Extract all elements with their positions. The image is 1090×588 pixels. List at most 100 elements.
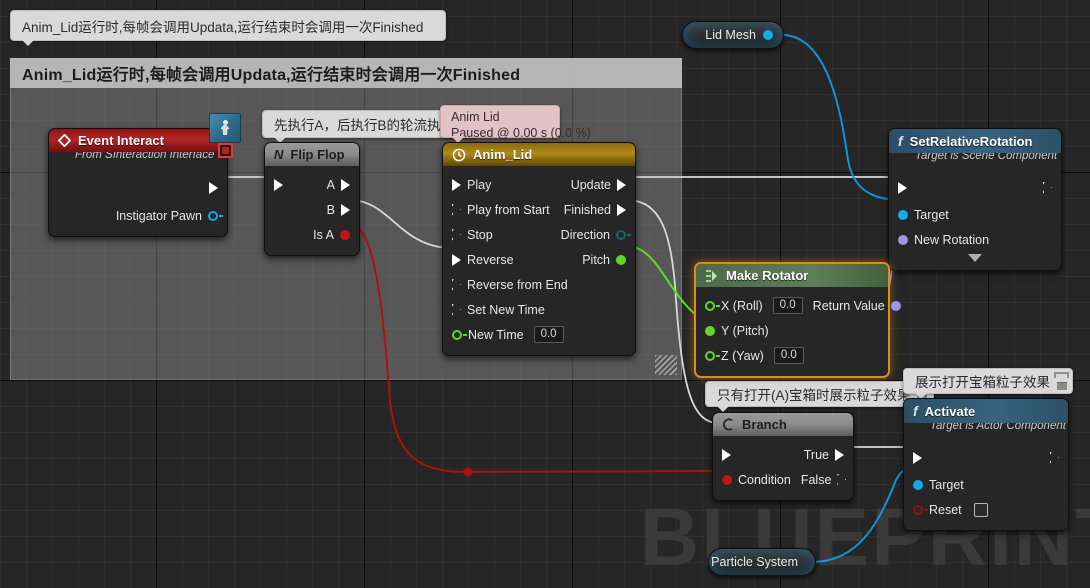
pin-update[interactable]: Update	[571, 178, 626, 192]
pin-label: Update	[570, 177, 611, 192]
pin-label: New Time	[468, 327, 524, 342]
pin-condition[interactable]: Condition	[722, 473, 791, 487]
breakpoint-stop-icon[interactable]	[218, 143, 233, 158]
node-header: Branch	[713, 413, 853, 436]
pin-exec-out[interactable]	[1050, 452, 1059, 464]
node-title: Event Interact	[78, 133, 164, 148]
z-yaw-value-field[interactable]: 0.0	[773, 347, 804, 364]
pin-reverse-from-end[interactable]: Reverse from End	[452, 278, 568, 292]
pin-set-new-time[interactable]: Set New Time	[452, 303, 545, 317]
pin-play-from-start[interactable]: Play from Start	[452, 203, 550, 217]
pin-label: Finished	[563, 202, 611, 217]
pin-x-roll[interactable]: X (Roll) 0.0	[705, 297, 803, 314]
pin-label: Stop	[467, 227, 493, 242]
pin-label: Target	[914, 207, 949, 222]
pin-finished[interactable]: Finished	[564, 203, 626, 217]
pin-false[interactable]: False	[801, 473, 847, 487]
pin-z-yaw[interactable]: Z (Yaw) 0.0	[705, 347, 804, 364]
node-header: Anim_Lid	[443, 143, 635, 166]
node-title: Anim_Lid	[473, 147, 533, 162]
pin-label: Reverse from End	[467, 277, 568, 292]
pin-reset[interactable]: Reset	[913, 502, 988, 517]
pin-label: Pitch	[582, 252, 610, 267]
x-roll-value-field[interactable]: 0.0	[772, 297, 803, 314]
variable-label: Lid Mesh	[705, 28, 756, 42]
node-title: Make Rotator	[726, 268, 809, 283]
pin-label: Reset	[929, 502, 962, 517]
pin-exec-in[interactable]	[898, 181, 907, 194]
tooltip-branch-hint-text: 只有打开(A)宝箱时展示粒子效果	[717, 388, 911, 403]
node-set-relative-rotation[interactable]: f SetRelativeRotation Target is Scene Co…	[888, 128, 1062, 271]
comment-resize-grip[interactable]	[655, 355, 677, 375]
pin-pitch[interactable]: Pitch	[582, 253, 626, 267]
pin-label: Play from Start	[467, 202, 550, 217]
pin-label: Set New Time	[467, 302, 545, 317]
pin-label: Target	[929, 477, 964, 492]
pin-y-pitch[interactable]: Y (Pitch)	[705, 324, 769, 338]
pin-label: Y (Pitch)	[721, 323, 769, 338]
variable-label: Particle System	[711, 555, 798, 569]
pin-new-time[interactable]: New Time 0.0	[452, 326, 564, 343]
pin-exec-in[interactable]	[722, 448, 731, 461]
timeline-status-title: Anim Lid	[451, 110, 500, 124]
pin-new-rotation[interactable]: New Rotation	[898, 233, 989, 247]
pin-true[interactable]: True	[804, 448, 844, 462]
pin-label: Instigator Pawn	[115, 208, 202, 223]
node-event-interact[interactable]: Event Interact From SInteraction Interfa…	[48, 113, 241, 237]
function-f-icon: f	[913, 403, 918, 419]
expand-advanced-caret-icon[interactable]	[968, 254, 982, 262]
pin-reverse[interactable]: Reverse	[452, 253, 514, 267]
tooltip-activate-hint-text: 展示打开宝箱粒子效果	[915, 375, 1050, 390]
pin-exec-a[interactable]: A	[327, 178, 350, 192]
reset-checkbox[interactable]	[973, 502, 988, 517]
make-struct-icon	[706, 269, 717, 282]
node-flip-flop[interactable]: N Flip Flop A B Is A	[264, 142, 360, 256]
pin-direction[interactable]: Direction	[561, 228, 626, 242]
pin-exec-b[interactable]: B	[327, 203, 350, 217]
pin-exec-in[interactable]	[913, 451, 922, 464]
pin-icon[interactable]	[1054, 372, 1069, 390]
node-lid-mesh-variable[interactable]: Lid Mesh	[682, 21, 784, 49]
event-diamond-icon	[58, 134, 71, 147]
flipflop-icon: N	[274, 147, 284, 162]
node-activate[interactable]: f Activate Target is Actor Component Tar…	[903, 398, 1069, 531]
node-anim-lid-timeline[interactable]: Anim_Lid Play Update Play from Start Fin…	[442, 142, 636, 356]
pin-stop[interactable]: Stop	[452, 228, 493, 242]
interface-event-badge-icon	[209, 113, 241, 143]
tooltip-activate-hint: 展示打开宝箱粒子效果	[903, 368, 1073, 399]
node-header: f Activate	[904, 399, 1068, 423]
node-particle-system-variable[interactable]: Particle System	[708, 548, 816, 576]
pin-exec-out[interactable]	[209, 181, 218, 194]
function-f-icon: f	[898, 133, 903, 149]
pin-instigator-pawn[interactable]: Instigator Pawn	[116, 209, 218, 223]
timeline-status-detail: Paused @ 0.00 s (0.0 %)	[451, 125, 591, 140]
pin-label: Reverse	[467, 252, 514, 267]
pin-exec-in[interactable]	[274, 178, 283, 191]
pin-target[interactable]: Target	[913, 478, 964, 492]
pin-is-a[interactable]: Is A	[313, 228, 350, 242]
new-time-value-field[interactable]: 0.0	[533, 326, 564, 343]
clock-icon	[452, 148, 466, 161]
pin-return-value[interactable]: Return Value	[813, 299, 901, 313]
tooltip-timeline-status: Anim Lid Paused @ 0.00 s (0.0 %)	[440, 105, 591, 143]
tooltip-flipflop-hint-text: 先执行A，后执行B的轮流执行	[274, 118, 455, 133]
node-header: Event Interact	[49, 113, 241, 158]
node-make-rotator[interactable]: Make Rotator X (Roll) 0.0 Return Value Y…	[694, 262, 901, 378]
node-branch[interactable]: Branch True Condition False	[712, 412, 854, 501]
pin-label: New Rotation	[914, 232, 990, 247]
pin-label: Play	[467, 177, 492, 192]
node-title: Branch	[742, 417, 787, 432]
pin-label: Is A	[313, 227, 334, 242]
node-header: f SetRelativeRotation	[889, 129, 1061, 153]
pin-target[interactable]: Target	[898, 208, 949, 222]
comment-box-title[interactable]: Anim_Lid运行时,每帧会调用Updata,运行结束时会调用一次Finish…	[10, 58, 682, 88]
node-title: SetRelativeRotation	[909, 133, 1033, 149]
blueprint-graph-editor[interactable]: BLUEPRINT Anim_Lid运行时,每帧会调用Updata,运行结束时会…	[0, 0, 1090, 588]
pin-label: True	[803, 447, 829, 462]
pin-play[interactable]: Play	[452, 178, 491, 192]
tooltip-branch-hint: 只有打开(A)宝箱时展示粒子效果	[705, 381, 934, 412]
pin-exec-out[interactable]	[1043, 182, 1052, 194]
pin-lid-mesh-out[interactable]	[763, 30, 773, 40]
pin-label: Direction	[560, 227, 610, 242]
pin-label: Return Value	[812, 298, 885, 313]
